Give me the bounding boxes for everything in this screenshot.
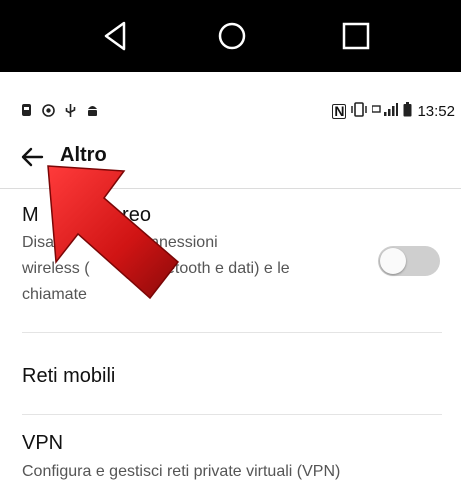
status-time: 13:52 bbox=[417, 103, 455, 120]
android-icon bbox=[86, 103, 99, 118]
vibrate-icon bbox=[351, 102, 368, 121]
notification-icon bbox=[20, 103, 33, 118]
toggle-knob bbox=[380, 248, 406, 274]
app-bar: Altro bbox=[0, 138, 461, 186]
vpn-description: Configura e gestisci reti private virtua… bbox=[22, 463, 341, 480]
back-arrow-icon[interactable] bbox=[20, 146, 44, 168]
signal-icon bbox=[371, 102, 399, 121]
nav-home-icon[interactable] bbox=[214, 18, 250, 54]
setting-item-vpn[interactable]: VPN Configura e gestisci reti private vi… bbox=[22, 432, 442, 485]
page-title: Altro bbox=[60, 144, 107, 166]
nfc-icon: N bbox=[332, 103, 347, 119]
system-navigation-bar bbox=[0, 0, 461, 72]
battery-icon bbox=[403, 102, 412, 121]
app-bar-divider bbox=[0, 188, 461, 189]
status-notification-icons bbox=[20, 103, 99, 118]
divider bbox=[22, 414, 442, 415]
airplane-mode-toggle[interactable] bbox=[378, 246, 440, 276]
usb-icon bbox=[64, 103, 77, 118]
eye-icon bbox=[42, 103, 55, 118]
airplane-mode-description-line3: chiamate bbox=[22, 286, 87, 303]
airplane-mode-title: M aereo bbox=[22, 204, 151, 226]
nav-back-icon[interactable] bbox=[98, 18, 134, 54]
vpn-title: VPN bbox=[22, 432, 64, 454]
setting-item-mobile-networks[interactable]: Reti mobili bbox=[22, 365, 442, 388]
divider bbox=[22, 332, 442, 333]
nav-recents-icon[interactable] bbox=[338, 18, 374, 54]
status-right-area: N 13:52 bbox=[332, 102, 455, 121]
status-bar: N 13:52 bbox=[0, 100, 461, 126]
mobile-networks-title: Reti mobili bbox=[22, 365, 116, 387]
airplane-mode-description-line1: Disatt le connessioni bbox=[22, 234, 218, 251]
